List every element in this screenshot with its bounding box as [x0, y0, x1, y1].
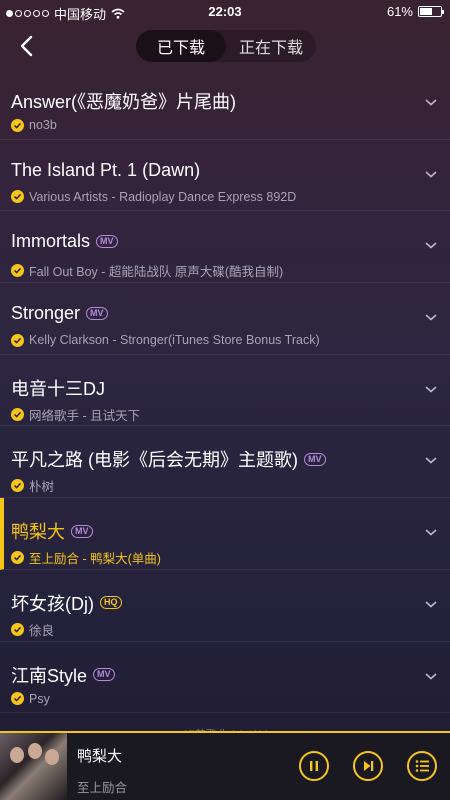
- song-subtitle-line: 朴树: [11, 476, 54, 495]
- tab-downloaded[interactable]: 已下载: [136, 30, 226, 62]
- mv-badge[interactable]: MV: [304, 452, 326, 466]
- song-row[interactable]: Immortals MV Fall Out Boy - 超能陆战队 原声大碟(酷我自…: [0, 211, 450, 284]
- download-segmented-control: 已下载 正在下载: [136, 30, 316, 62]
- now-playing-artist: 至上励合: [77, 781, 128, 795]
- song-title: 江南Style: [11, 665, 88, 686]
- song-list: Answer(《恶魔奶爸》片尾曲) no3b The Island Pt. 1 (D…: [0, 68, 450, 730]
- now-playing-title: 鸭梨大: [77, 748, 123, 765]
- song-title-line: The Island Pt. 1 (Dawn): [11, 160, 200, 181]
- song-row[interactable]: 坏女孩(Dj) HQ 徐良: [0, 570, 450, 642]
- downloaded-check-icon: [11, 333, 24, 347]
- song-title-line: 平凡之路 (电影《后会无期》主题歌) MV: [11, 446, 326, 472]
- song-title: Immortals: [11, 231, 91, 252]
- downloaded-check-icon: [11, 692, 24, 705]
- chevron-down-icon[interactable]: [424, 671, 438, 681]
- chevron-down-icon[interactable]: [424, 455, 438, 465]
- downloaded-check-icon: [11, 407, 24, 421]
- song-subtitle-line: Kelly Clarkson - Stronger(iTunes Store B…: [11, 333, 320, 347]
- song-row[interactable]: 江南Style MV Psy: [0, 642, 450, 714]
- next-track-icon: [364, 761, 374, 771]
- song-artist-album: Kelly Clarkson - Stronger(iTunes Store B…: [29, 333, 320, 348]
- song-artist-album: 徐良: [29, 623, 55, 638]
- playlist-icon: [415, 760, 429, 772]
- chevron-down-icon[interactable]: [424, 599, 438, 609]
- song-artist-album: 至上励合 - 鸭梨大(单曲): [29, 552, 161, 567]
- hq-badge: HQ: [100, 596, 122, 610]
- mv-badge[interactable]: MV: [71, 524, 93, 538]
- song-artist-album: 网络歌手 - 且试天下: [29, 408, 141, 423]
- chevron-down-icon[interactable]: [424, 527, 438, 537]
- chevron-down-icon[interactable]: [424, 312, 438, 322]
- chevron-down-icon[interactable]: [424, 384, 438, 394]
- song-title-line: Immortals MV: [11, 231, 118, 252]
- downloaded-check-icon: [11, 190, 24, 204]
- song-subtitle-line: Various Artists - Radioplay Dance Expres…: [11, 190, 296, 204]
- battery-percent: 61%: [386, 4, 413, 19]
- album-cover[interactable]: [0, 733, 67, 800]
- song-title-line: Stronger MV: [11, 303, 108, 324]
- chevron-down-icon[interactable]: [424, 240, 438, 250]
- chevron-down-icon[interactable]: [424, 97, 438, 107]
- song-artist-album: no3b: [29, 118, 57, 132]
- song-title-line: 电音十三DJ: [11, 375, 105, 401]
- next-button[interactable]: [353, 751, 383, 781]
- song-title-line: 鸭梨大 MV: [11, 518, 93, 544]
- pause-button[interactable]: [299, 751, 329, 781]
- chevron-down-icon[interactable]: [424, 169, 438, 179]
- status-time: 22:03: [208, 4, 242, 19]
- pause-icon: [310, 761, 318, 771]
- mv-badge[interactable]: MV: [96, 235, 118, 249]
- song-subtitle-line: Fall Out Boy - 超能陆战队 原声大碟(酷我自制): [11, 261, 283, 280]
- song-title: 坏女孩(Dj): [11, 593, 94, 614]
- mv-badge[interactable]: MV: [93, 668, 115, 681]
- song-title-line: Answer(《恶魔奶爸》片尾曲): [11, 88, 236, 114]
- song-subtitle-line: no3b: [11, 118, 57, 132]
- song-row[interactable]: 电音十三DJ 网络歌手 - 且试天下: [0, 355, 450, 427]
- song-title-line: 坏女孩(Dj) HQ: [11, 590, 122, 616]
- mv-badge[interactable]: MV: [86, 307, 108, 321]
- song-title-line: 江南Style MV: [11, 662, 115, 688]
- song-row[interactable]: The Island Pt. 1 (Dawn) Various Artists -…: [0, 140, 450, 212]
- downloaded-check-icon: [11, 264, 24, 278]
- song-subtitle-line: Psy: [11, 692, 50, 706]
- song-title: 平凡之路 (电影《后会无期》主题歌): [11, 450, 298, 471]
- now-playing-bar[interactable]: 鸭梨大 至上励合: [0, 731, 450, 800]
- song-title: 电音十三DJ: [11, 378, 105, 399]
- song-artist-album: Various Artists - Radioplay Dance Expres…: [29, 189, 297, 204]
- song-title: 鸭梨大: [11, 522, 65, 543]
- downloaded-check-icon: [11, 479, 24, 493]
- song-row[interactable]: 鸭梨大 MV 至上励合 - 鸭梨大(单曲): [0, 498, 450, 570]
- song-subtitle-line: 至上励合 - 鸭梨大(单曲): [11, 548, 161, 567]
- song-row[interactable]: Stronger MV Kelly Clarkson - Stronger(iTun…: [0, 283, 450, 355]
- tab-downloading[interactable]: 正在下载: [226, 30, 316, 62]
- song-artist-album: Fall Out Boy - 超能陆战队 原声大碟(酷我自制): [29, 265, 284, 280]
- song-row[interactable]: Answer(《恶魔奶爸》片尾曲) no3b: [0, 68, 450, 140]
- song-subtitle-line: 网络歌手 - 且试天下: [11, 405, 140, 424]
- back-arrow-icon[interactable]: [14, 32, 42, 60]
- downloaded-check-icon: [11, 551, 24, 565]
- song-title: Stronger: [11, 303, 81, 324]
- song-title: The Island Pt. 1 (Dawn): [11, 159, 201, 180]
- song-row[interactable]: 平凡之路 (电影《后会无期》主题歌) MV 朴树: [0, 426, 450, 499]
- status-bar: 中国移动 22:03 61%: [0, 0, 450, 24]
- song-artist-album: 朴树: [29, 480, 55, 495]
- song-artist-album: Psy: [29, 691, 50, 706]
- downloaded-check-icon: [11, 118, 24, 132]
- downloaded-check-icon: [11, 622, 24, 636]
- song-subtitle-line: 徐良: [11, 620, 54, 639]
- playlist-button[interactable]: [407, 751, 437, 781]
- nav-header: 已下载 正在下载: [0, 24, 450, 68]
- song-title: Answer(《恶魔奶爸》片尾曲): [11, 92, 237, 112]
- battery-icon: [418, 6, 444, 17]
